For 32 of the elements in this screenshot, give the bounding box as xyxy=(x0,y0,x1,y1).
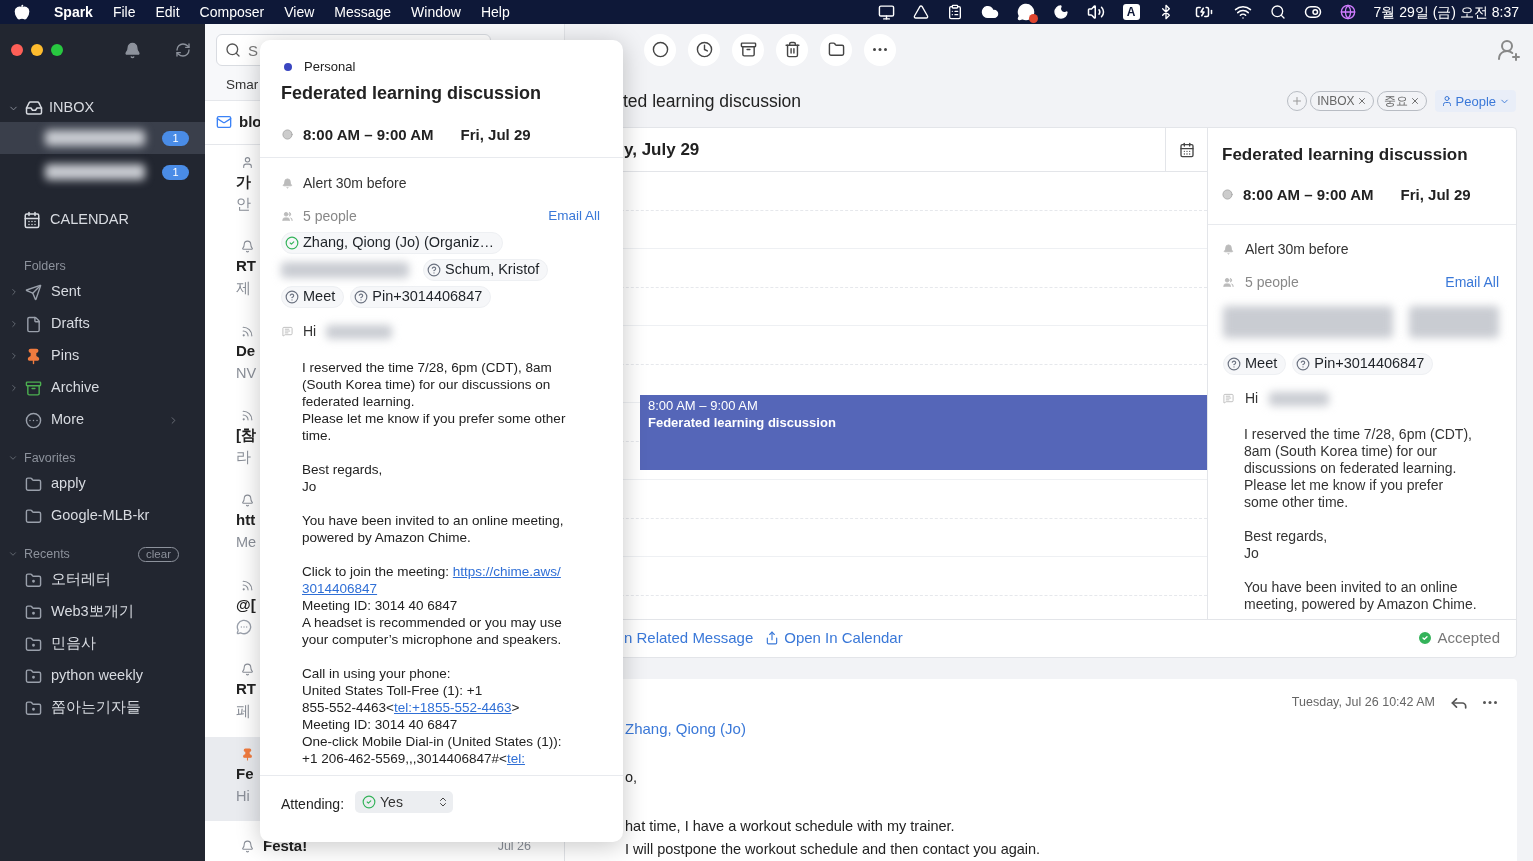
event-time: 8:00 AM – 9:00 AM xyxy=(1243,184,1374,205)
unread-badge: 1 xyxy=(162,164,189,180)
people-count: 5 people xyxy=(1245,272,1299,292)
menu-clock: 7월 29일 (금) 오전 8:37 xyxy=(1373,2,1519,22)
body-paragraph: You have been invited to an online meeting, powered by Amazon Chime. xyxy=(302,512,565,546)
greeting: Hi xyxy=(303,322,317,341)
body-paragraph: Best regards, Jo xyxy=(1244,528,1329,563)
attending-label: Attending: xyxy=(281,795,345,814)
event-date: Fri, Jul 29 xyxy=(460,124,531,145)
calendar-name: Personal xyxy=(304,58,356,76)
people-count: 5 people xyxy=(303,206,357,226)
body-paragraph: I reserved the time 7/28, 6pm (CDT), 8am (South Korea time) for our discussions on federated learning. Please let me know if you prefer some other time. xyxy=(1244,426,1473,512)
message-line: I will postpone the workout schedule and then contact you again. xyxy=(625,840,1042,859)
message-date: Tuesday, Jul 26 10:42 AM xyxy=(1291,694,1435,712)
event-date: Fri, Jul 29 xyxy=(1400,184,1471,205)
body-paragraph: Call in using your phone: United States Toll-Free (1): +1 855-552-4463<tel:+1855-552-4463> Meeting ID: 3014 40 6847 One-click Mobile Dial-in (United States (1)): +1 206-462-5569,,,3014406847#<tel: xyxy=(302,665,563,767)
event-title: Federated learning discussion xyxy=(281,81,543,105)
body-paragraph: You have been invited to an online meeting, powered by Amazon Chime. xyxy=(1244,579,1478,614)
alert-text: Alert 30m before xyxy=(303,173,407,193)
greeting: Hi xyxy=(1245,389,1259,409)
event-title: Federated learning discussion xyxy=(1222,144,1469,167)
body-paragraph: Best regards, Jo xyxy=(302,461,384,495)
event-time: 8:00 AM – 9:00 AM xyxy=(303,124,434,145)
subject-title: ted learning discussion xyxy=(623,90,802,114)
status-label: Accepted xyxy=(1417,627,1500,650)
message-line: o, xyxy=(625,768,639,788)
alert-text: Alert 30m before xyxy=(1245,239,1349,259)
unread-badge: 1 xyxy=(162,130,189,146)
body-paragraph: Click to join the meeting: https://chime.aws/ 3014406847 Meeting ID: 3014 40 6847 A headset is recommended or you may use your computer’s microphone and speakers. xyxy=(302,563,563,648)
body-paragraph: I reserved the time 7/28, 6pm (CDT), 8am (South Korea time) for our discussions on federated learning. Please let me know if you prefer some other time. xyxy=(302,359,567,444)
message-line: hat time, I have a workout schedule with my trainer. xyxy=(625,817,956,836)
day-header: y, July 29 xyxy=(624,138,700,161)
